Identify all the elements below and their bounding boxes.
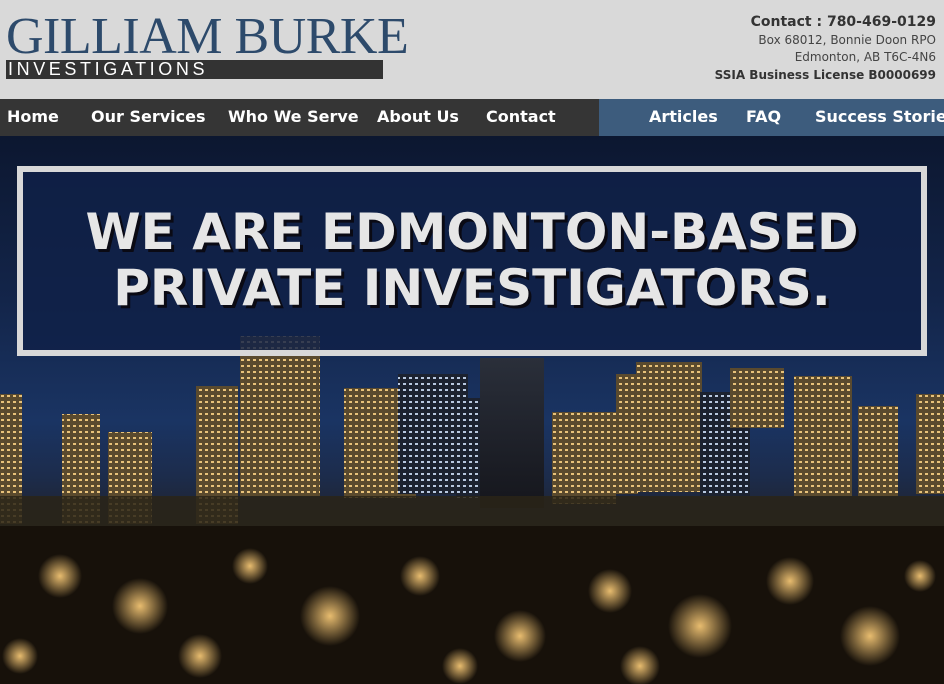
logo-name: GILLIAM BURKE <box>6 8 409 65</box>
hero-headline-line-2: PRIVATE INVESTIGATORS. <box>113 259 831 317</box>
hero-section: WE ARE EDMONTON-BASED PRIVATE INVESTIGAT… <box>0 136 944 684</box>
logo-tagline-bar: INVESTIGATIONS <box>6 60 383 79</box>
main-navigation: Home Our Services Who We Serve About Us … <box>0 99 944 136</box>
nav-item-our-services[interactable]: Our Services <box>91 99 206 136</box>
business-license: SSIA Business License B0000699 <box>714 68 936 82</box>
nav-item-home[interactable]: Home <box>7 99 59 136</box>
logo-tagline: INVESTIGATIONS <box>8 59 209 79</box>
nav-item-articles[interactable]: Articles <box>649 99 718 136</box>
secondary-navigation: Articles FAQ Success Stories <box>599 99 944 136</box>
contact-info: Contact : 780-469-0129 Box 68012, Bonnie… <box>715 13 936 84</box>
contact-phone-line: Contact : 780-469-0129 <box>715 13 936 32</box>
site-logo[interactable]: GILLIAM BURKE INVESTIGATIONS <box>6 10 409 80</box>
address-line-1: Box 68012, Bonnie Doon RPO <box>758 33 936 47</box>
nav-item-success-stories[interactable]: Success Stories <box>815 99 944 136</box>
hero-headline: WE ARE EDMONTON-BASED PRIVATE INVESTIGAT… <box>23 172 921 316</box>
address-line-2: Edmonton, AB T6C-4N6 <box>794 50 936 64</box>
hero-headline-line-1: WE ARE EDMONTON-BASED <box>85 203 859 261</box>
site-header: GILLIAM BURKE INVESTIGATIONS Contact : 7… <box>0 0 944 99</box>
nav-item-contact[interactable]: Contact <box>486 99 556 136</box>
nav-item-about-us[interactable]: About Us <box>377 99 459 136</box>
contact-phone-number[interactable]: 780-469-0129 <box>827 14 936 30</box>
contact-phone-label: Contact : <box>750 14 823 30</box>
nav-item-faq[interactable]: FAQ <box>746 99 781 136</box>
nav-item-who-we-serve[interactable]: Who We Serve <box>228 99 359 136</box>
hero-banner: WE ARE EDMONTON-BASED PRIVATE INVESTIGAT… <box>17 166 927 356</box>
